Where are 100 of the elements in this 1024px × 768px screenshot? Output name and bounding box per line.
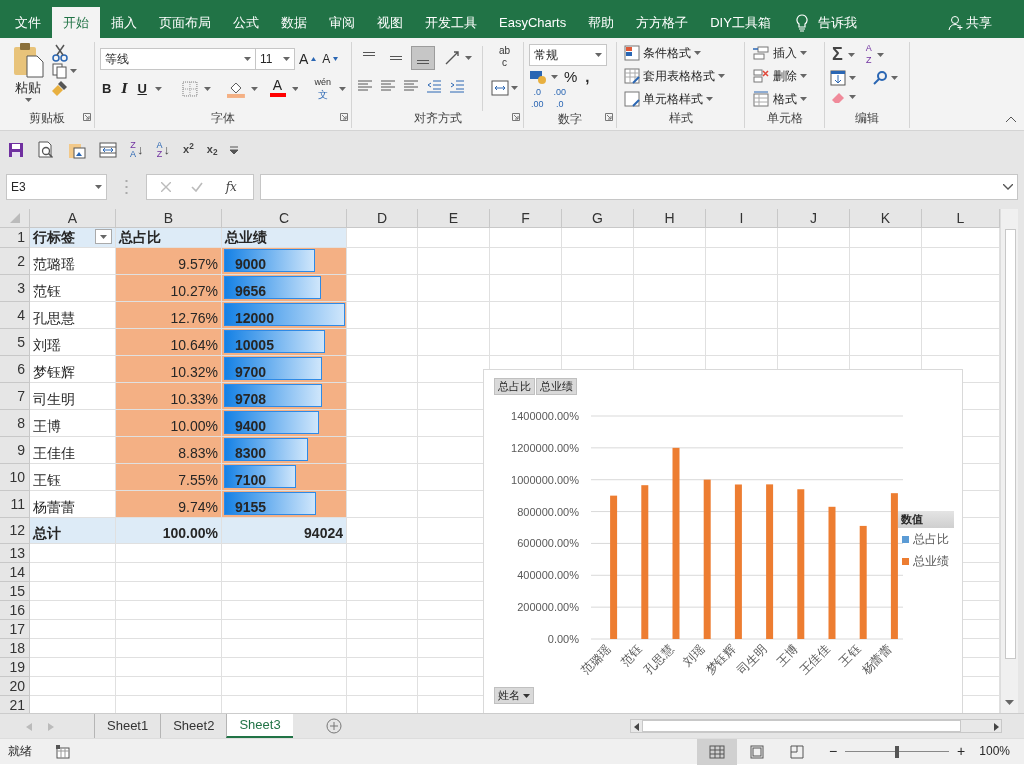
column-header[interactable]: E bbox=[418, 209, 490, 228]
ribbon-tab[interactable]: 视图 bbox=[366, 7, 414, 38]
scrollbar-thumb[interactable] bbox=[1005, 229, 1016, 659]
ribbon-tab[interactable]: 方方格子 bbox=[625, 7, 700, 38]
ribbon-command[interactable]: 格式 bbox=[750, 88, 819, 110]
column-header[interactable]: C bbox=[222, 209, 347, 228]
name-box[interactable]: E3 bbox=[6, 174, 107, 200]
row-header[interactable]: 10 bbox=[0, 464, 30, 491]
horizontal-scrollbar[interactable] bbox=[630, 719, 1002, 733]
ribbon-tab[interactable]: DIY工具箱 bbox=[699, 7, 782, 38]
dialog-launcher-icon[interactable] bbox=[605, 113, 613, 122]
orientation-icon[interactable] bbox=[444, 50, 462, 66]
caret-icon[interactable] bbox=[551, 75, 558, 79]
ribbon-tab[interactable]: 开发工具 bbox=[414, 7, 488, 38]
formula-field[interactable] bbox=[260, 174, 1018, 200]
macro-record-icon[interactable] bbox=[56, 744, 70, 759]
row-header[interactable]: 18 bbox=[0, 639, 30, 658]
column-header[interactable]: K bbox=[850, 209, 922, 228]
paste-button[interactable]: 粘贴 bbox=[10, 42, 46, 104]
column-header[interactable]: G bbox=[562, 209, 634, 228]
caret-icon[interactable] bbox=[95, 185, 102, 189]
row-header[interactable]: 20 bbox=[0, 677, 30, 696]
insert-function-button[interactable]: fx bbox=[223, 176, 239, 198]
row-header[interactable]: 1 bbox=[0, 228, 30, 248]
row-header[interactable]: 7 bbox=[0, 383, 30, 410]
row-header[interactable]: 17 bbox=[0, 620, 30, 639]
caret-icon[interactable] bbox=[876, 53, 884, 57]
font-size-dropdown[interactable]: 11 bbox=[255, 48, 295, 70]
row-header[interactable]: 16 bbox=[0, 601, 30, 620]
increase-decimal-button[interactable]: .0 .00 bbox=[529, 88, 546, 112]
column-header[interactable]: F bbox=[490, 209, 562, 228]
grow-font-button[interactable]: A bbox=[297, 48, 319, 70]
lightbulb-icon[interactable] bbox=[795, 13, 808, 32]
phonetic-button[interactable]: wén 文 bbox=[312, 78, 333, 100]
row-header[interactable]: 19 bbox=[0, 658, 30, 677]
number-format-dropdown[interactable]: 常规 bbox=[529, 44, 607, 66]
ribbon-tab[interactable]: 页面布局 bbox=[148, 7, 222, 38]
paste-picture-icon[interactable] bbox=[68, 141, 86, 159]
collapse-ribbon-icon[interactable] bbox=[1006, 116, 1016, 123]
save-icon[interactable] bbox=[8, 142, 24, 158]
italic-button[interactable]: I bbox=[119, 78, 130, 100]
add-sheet-icon[interactable] bbox=[325, 718, 342, 734]
scroll-down-icon[interactable] bbox=[1005, 699, 1014, 705]
autosum-button[interactable]: Σ bbox=[830, 44, 845, 66]
caret-icon[interactable] bbox=[706, 97, 713, 101]
column-header[interactable]: B bbox=[116, 209, 222, 228]
row-header[interactable]: 11 bbox=[0, 491, 30, 518]
column-header[interactable]: J bbox=[778, 209, 850, 228]
row-header[interactable]: 15 bbox=[0, 582, 30, 601]
caret-icon[interactable] bbox=[800, 97, 807, 101]
merge-cells-icon[interactable] bbox=[491, 80, 509, 96]
row-header[interactable]: 8 bbox=[0, 410, 30, 437]
zoom-out-button[interactable]: − bbox=[826, 740, 840, 763]
ribbon-tab[interactable]: 文件 bbox=[4, 7, 52, 38]
row-header[interactable]: 6 bbox=[0, 356, 30, 383]
caret-icon[interactable] bbox=[847, 53, 855, 57]
ribbon-command[interactable]: 删除 bbox=[750, 65, 819, 87]
caret-icon[interactable] bbox=[511, 86, 518, 90]
field-button[interactable]: 总业绩 bbox=[536, 378, 577, 395]
caret-icon[interactable] bbox=[283, 57, 290, 61]
subscript-button[interactable]: x$_{2}$ bbox=[206, 143, 218, 157]
superscript-button[interactable]: x$^{2}$ bbox=[183, 143, 194, 157]
dialog-launcher-icon[interactable] bbox=[83, 113, 91, 122]
caret-icon[interactable] bbox=[291, 87, 299, 91]
wrap-text-button[interactable]: ab c bbox=[491, 46, 518, 72]
font-color-button[interactable]: A bbox=[269, 78, 286, 100]
caret-icon[interactable] bbox=[244, 57, 251, 61]
row-header[interactable]: 14 bbox=[0, 563, 30, 582]
caret-icon[interactable] bbox=[849, 95, 856, 99]
view-button[interactable] bbox=[696, 738, 737, 765]
ribbon-tab[interactable]: 插入 bbox=[100, 7, 148, 38]
filter-button[interactable] bbox=[95, 229, 112, 244]
tell-me-link[interactable]: 告诉我 bbox=[817, 14, 857, 31]
caret-icon[interactable] bbox=[694, 51, 701, 55]
sheet-tab[interactable]: Sheet3 bbox=[226, 714, 293, 738]
ribbon-command[interactable]: 插入 bbox=[750, 42, 819, 64]
underline-button[interactable]: U bbox=[135, 78, 149, 100]
ribbon-tab[interactable]: 数据 bbox=[270, 7, 318, 38]
caret-icon[interactable] bbox=[849, 76, 856, 80]
scissors-icon[interactable] bbox=[52, 44, 68, 62]
caret-icon[interactable] bbox=[339, 87, 346, 91]
ribbon-tab[interactable]: 开始 bbox=[52, 7, 100, 38]
row-header[interactable]: 5 bbox=[0, 329, 30, 356]
print-preview-icon[interactable] bbox=[37, 141, 55, 159]
caret-icon[interactable] bbox=[595, 53, 602, 57]
caret-icon[interactable] bbox=[70, 69, 77, 73]
row-header[interactable]: 4 bbox=[0, 302, 30, 329]
ribbon-command[interactable]: 套用表格格式 bbox=[622, 65, 739, 87]
currency-icon[interactable] bbox=[529, 69, 547, 85]
bottom-align-button[interactable] bbox=[411, 46, 435, 70]
customize-toolbar-icon[interactable] bbox=[230, 146, 239, 154]
fill-color-icon[interactable] bbox=[226, 80, 245, 98]
decrease-decimal-button[interactable]: .00 .0 bbox=[551, 88, 569, 112]
field-button[interactable]: 总占比 bbox=[494, 378, 535, 395]
ribbon-tab[interactable]: 帮助 bbox=[577, 7, 626, 38]
font-name-dropdown[interactable]: 等线 bbox=[100, 48, 256, 70]
column-header[interactable]: L bbox=[922, 209, 1000, 228]
dialog-launcher-icon[interactable] bbox=[512, 113, 520, 122]
sort-filter-button[interactable]: A Z bbox=[863, 44, 874, 66]
column-header[interactable]: D bbox=[347, 209, 418, 228]
